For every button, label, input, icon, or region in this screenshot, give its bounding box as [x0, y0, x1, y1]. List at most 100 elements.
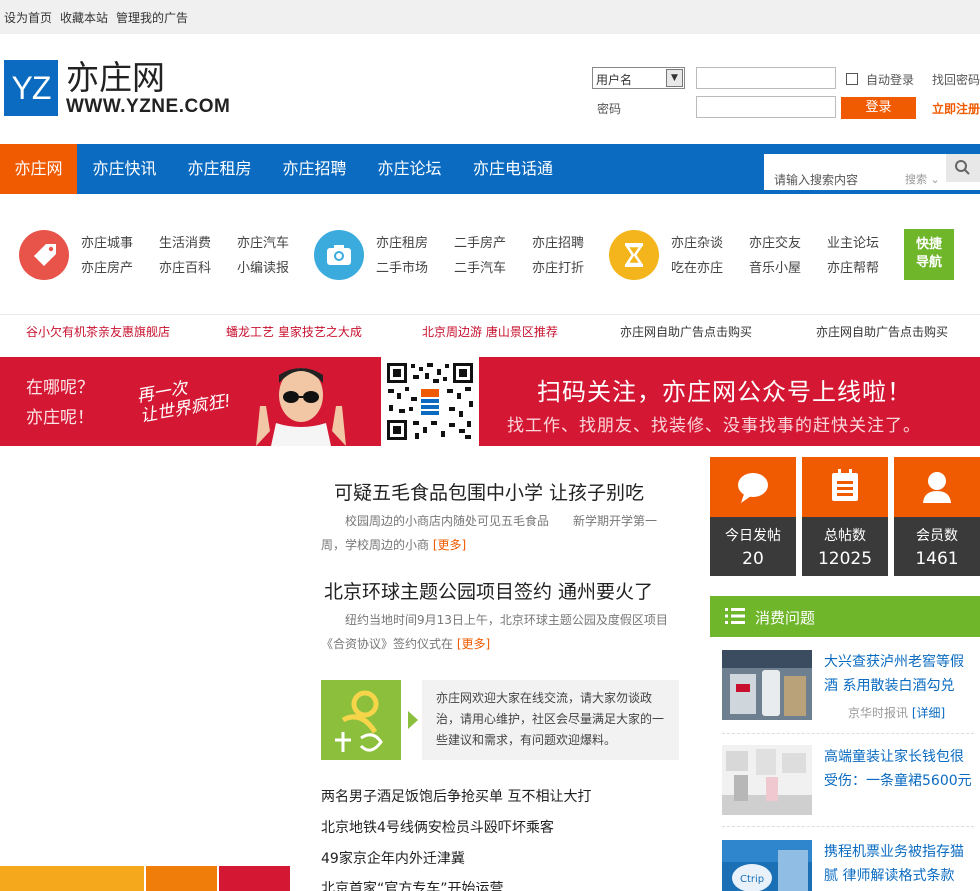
consume-panel-title: 消费问题	[755, 609, 816, 627]
headline-item[interactable]: 北京地铁4号线俩安检员斗殴吓坏乘客	[321, 817, 554, 837]
more-link[interactable]: [更多]	[433, 538, 466, 552]
text-ad[interactable]: 蟠龙工艺 皇家技艺之大成	[226, 323, 362, 340]
text-ad[interactable]: 亦庄网自助广告点击购买	[816, 323, 948, 340]
list-icon	[725, 608, 745, 624]
tile-block[interactable]	[0, 866, 144, 891]
auto-login-checkbox[interactable]	[846, 73, 858, 85]
banner-subline: 找工作、找朋友、找装修、没事找事的赶快关注了。	[507, 416, 921, 436]
quick-link[interactable]: 亦庄招聘	[532, 232, 584, 251]
password-label: 密码	[597, 102, 622, 116]
find-password-link[interactable]: 找回密码	[932, 71, 980, 88]
hourglass-icon	[609, 230, 659, 280]
main-nav: 亦庄网 亦庄快讯 亦庄租房 亦庄招聘 亦庄论坛 亦庄电话通 请输入搜索内容 搜索…	[0, 144, 980, 194]
nav-phone[interactable]: 亦庄电话通	[457, 144, 569, 194]
quick-link[interactable]: 亦庄租房	[376, 232, 428, 251]
text-ad-row: 谷小欠有机茶亲友惠旗舰店 蟠龙工艺 皇家技艺之大成 北京周边游 唐山景区推荐 亦…	[0, 314, 980, 344]
quick-link[interactable]: 亦庄杂谈	[671, 232, 723, 251]
nav-forum[interactable]: 亦庄论坛	[362, 144, 457, 194]
quick-link[interactable]: 二手房产	[454, 232, 506, 251]
register-link[interactable]: 立即注册	[932, 100, 980, 117]
quick-link[interactable]: 亦庄城事	[81, 232, 133, 251]
search-icon	[955, 160, 970, 175]
arrow-right-icon	[408, 711, 418, 729]
detail-link[interactable]: [详细]	[912, 706, 945, 720]
quick-link[interactable]: 亦庄交友	[749, 232, 801, 251]
logo-domain: WWW.YZNE.COM	[66, 96, 231, 117]
news-thumbnail[interactable]	[722, 745, 812, 815]
search-button[interactable]	[946, 154, 980, 182]
article-summary: 纽约当地时间9月13日上午，北京环球主题公园及度假区项目 《合资协议》签约仪式在…	[321, 613, 668, 651]
news-source: 京华时报讯 [详细]	[848, 706, 946, 720]
nav-news[interactable]: 亦庄快讯	[77, 144, 172, 194]
search-type-select[interactable]: 搜索 ⌄	[905, 171, 940, 187]
zhidao-notice: 亦庄网欢迎大家在线交流，请大家勿谈政治，请用心维护，社区会尽量满足大家的一些建议…	[321, 680, 679, 760]
news-title[interactable]: 大兴查获泸州老窖等假酒 系用散装白酒勾兑	[824, 650, 974, 698]
zhidao-icon[interactable]	[321, 680, 401, 760]
consume-panel-header: 消费问题	[710, 596, 980, 637]
headline-item[interactable]: 两名男子酒足饭饱后争抢买单 互不相让大打	[321, 786, 591, 806]
quick-nav: 亦庄城事 生活消费 亦庄汽车 亦庄房产 亦庄百科 小编读报 亦庄租房 二手房产 …	[0, 194, 980, 314]
svg-text:Ctrip: Ctrip	[740, 874, 764, 885]
login-type-select[interactable]: 用户名 ▼	[592, 67, 685, 89]
top-bar: 设为首页 收藏本站 管理我的广告	[0, 0, 980, 34]
quick-link[interactable]: 亦庄打折	[532, 257, 584, 276]
more-link[interactable]: [更多]	[457, 637, 490, 651]
news-thumbnail[interactable]	[722, 650, 812, 720]
logo-name: 亦庄网	[66, 58, 165, 97]
news-title[interactable]: 携程机票业务被指存猫腻 律师解读格式条款	[824, 840, 974, 888]
quick-link[interactable]: 二手汽车	[454, 257, 506, 276]
manage-ads-link[interactable]: 管理我的广告	[116, 9, 188, 26]
nav-home[interactable]: 亦庄网	[0, 144, 77, 194]
quick-link[interactable]: 二手市场	[376, 257, 428, 276]
chat-bubble-icon	[738, 473, 768, 503]
login-type-value: 用户名	[596, 73, 633, 87]
text-ad[interactable]: 北京周边游 唐山景区推荐	[422, 323, 558, 340]
person-photo	[246, 361, 356, 446]
quick-link[interactable]: 吃在亦庄	[671, 257, 723, 276]
article-summary: 校园周边的小商店内随处可见五毛食品 新学期开学第一 周，学校周边的小商 [更多]	[321, 514, 658, 552]
password-input[interactable]	[696, 96, 836, 118]
text-ad[interactable]: 谷小欠有机茶亲友惠旗舰店	[26, 323, 170, 340]
divider	[722, 733, 974, 734]
quick-link[interactable]: 业主论坛	[827, 232, 879, 251]
wechat-banner[interactable]: 在哪呢？ 亦庄呢！ 再一次 让世界疯狂! 扫码关注，亦庄网公众号上线啦！ 找工作…	[0, 357, 980, 446]
nav-rent[interactable]: 亦庄租房	[172, 144, 267, 194]
quick-link[interactable]: 生活消费	[159, 232, 211, 251]
quick-nav-button[interactable]: 快捷 导航	[904, 229, 954, 280]
headline-item[interactable]: 北京首家“官方专车”开始运营	[321, 878, 504, 891]
divider	[722, 826, 974, 827]
banner-headline: 扫码关注，亦庄网公众号上线啦！	[537, 378, 912, 406]
set-homepage-link[interactable]: 设为首页	[4, 9, 52, 26]
auto-login-label: 自动登录	[866, 73, 915, 87]
tile-block[interactable]	[219, 866, 290, 891]
quick-link[interactable]: 音乐小屋	[749, 257, 801, 276]
stat-total-posts: 总帖数 12025	[802, 457, 888, 576]
camera-icon	[314, 230, 364, 280]
login-button[interactable]: 登录	[841, 97, 916, 119]
quick-link[interactable]: 亦庄汽车	[237, 232, 289, 251]
quick-link[interactable]: 小编读报	[237, 257, 289, 276]
quick-link[interactable]: 亦庄房产	[81, 257, 133, 276]
nav-jobs[interactable]: 亦庄招聘	[267, 144, 362, 194]
document-icon	[832, 469, 858, 501]
article-title[interactable]: 可疑五毛食品包围中小学 让孩子别吃	[334, 478, 644, 505]
zhidao-text: 亦庄网欢迎大家在线交流，请大家勿谈政治，请用心维护，社区会尽量满足大家的一些建议…	[422, 680, 679, 760]
article-title[interactable]: 北京环球主题公园项目签约 通州要火了	[324, 577, 653, 604]
bookmark-link[interactable]: 收藏本站	[60, 9, 108, 26]
banner-slogan: 再一次 让世界疯狂!	[135, 378, 233, 427]
news-title[interactable]: 高端童装让家长钱包很受伤：一条童裙5600元	[824, 745, 974, 793]
text-ad[interactable]: 亦庄网自助广告点击购买	[620, 323, 752, 340]
headline-item[interactable]: 49家京企年内外迁津冀	[321, 848, 465, 868]
site-logo[interactable]: YZ 亦庄网 WWW.YZNE.COM	[4, 60, 244, 120]
user-icon	[923, 472, 951, 503]
news-thumbnail[interactable]: Ctrip	[722, 840, 812, 891]
logo-mark: YZ	[4, 60, 58, 116]
search-input[interactable]: 请输入搜索内容	[774, 171, 858, 188]
stat-members: 会员数 1461	[894, 457, 980, 576]
quick-link[interactable]: 亦庄帮帮	[827, 257, 879, 276]
stat-today-posts: 今日发帖 20	[710, 457, 796, 576]
username-input[interactable]	[696, 67, 836, 89]
tile-block[interactable]	[146, 866, 217, 891]
banner-where-text: 在哪呢？ 亦庄呢！	[26, 378, 94, 428]
quick-link[interactable]: 亦庄百科	[159, 257, 211, 276]
